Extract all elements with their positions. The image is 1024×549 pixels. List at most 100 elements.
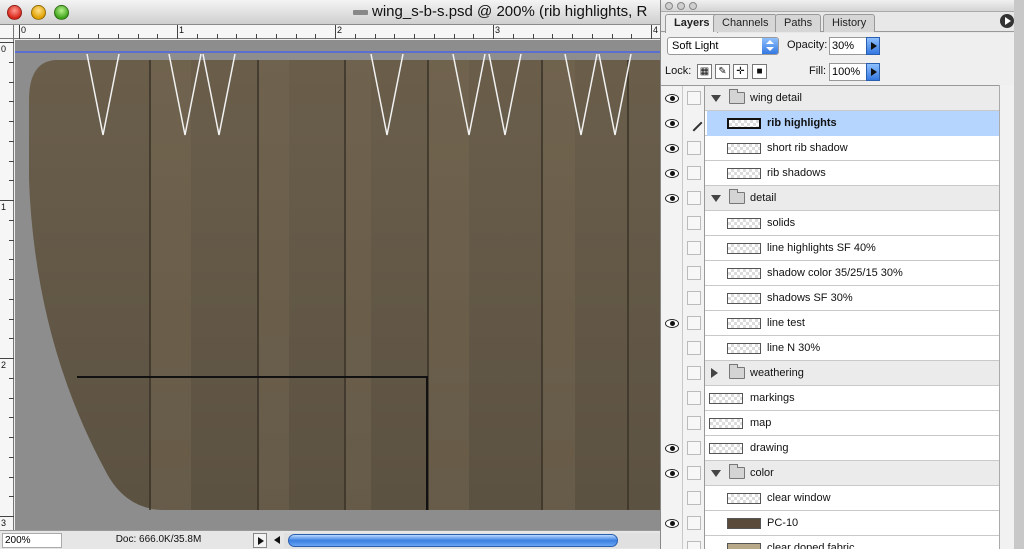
opacity-slider-arrow-icon[interactable] (866, 37, 880, 55)
lock-all-icon[interactable]: ■ (752, 64, 767, 79)
layer-main-cell[interactable]: map (707, 411, 999, 436)
disclosure-collapsed-icon[interactable] (711, 368, 718, 378)
blend-mode-select[interactable]: Soft Light (667, 37, 779, 55)
horizontal-scroll-thumb[interactable] (288, 534, 618, 547)
layer-link-toggle[interactable] (683, 361, 705, 386)
layer-row[interactable]: shadow color 35/25/15 30% (661, 261, 999, 286)
layer-main-cell[interactable]: short rib shadow (707, 136, 999, 161)
visibility-toggle[interactable] (661, 211, 683, 236)
title-bar[interactable]: wing_s-b-s.psd @ 200% (rib highlights, R (0, 0, 660, 25)
visibility-toggle[interactable] (661, 86, 683, 111)
layer-main-cell[interactable]: rib highlights (707, 111, 999, 136)
layer-link-toggle[interactable] (683, 536, 705, 549)
layer-link-toggle[interactable] (683, 486, 705, 511)
layer-group-row[interactable]: detail (661, 186, 999, 211)
layer-main-cell[interactable]: markings (707, 386, 999, 411)
layer-row[interactable]: clear doped fabric (661, 536, 999, 549)
minimize-window-button[interactable] (31, 5, 46, 20)
palette-menu-arrow-icon[interactable] (1000, 14, 1014, 28)
status-menu-arrow-icon[interactable] (253, 533, 267, 548)
visibility-toggle[interactable] (661, 486, 683, 511)
opacity-field[interactable]: 30% (829, 37, 867, 55)
layer-link-toggle[interactable] (683, 211, 705, 236)
visibility-toggle[interactable] (661, 386, 683, 411)
layer-main-cell[interactable]: PC-10 (707, 511, 999, 536)
layer-row[interactable]: PC-10 (661, 511, 999, 536)
visibility-toggle[interactable] (661, 536, 683, 549)
layer-group-row[interactable]: weathering (661, 361, 999, 386)
visibility-toggle[interactable] (661, 311, 683, 336)
layer-row[interactable]: solids (661, 211, 999, 236)
disclosure-expanded-icon[interactable] (711, 470, 721, 477)
visibility-toggle[interactable] (661, 511, 683, 536)
visibility-toggle[interactable] (661, 436, 683, 461)
layer-row[interactable]: line highlights SF 40% (661, 236, 999, 261)
layer-main-cell[interactable]: weathering (707, 361, 999, 386)
disclosure-expanded-icon[interactable] (711, 195, 721, 202)
lock-transparency-icon[interactable]: ▦ (697, 64, 712, 79)
layer-main-cell[interactable]: drawing (707, 436, 999, 461)
tab-layers[interactable]: Layers (665, 14, 719, 33)
layer-link-toggle[interactable] (683, 261, 705, 286)
layer-row[interactable]: short rib shadow (661, 136, 999, 161)
layer-link-toggle[interactable] (683, 311, 705, 336)
scroll-left-arrow-icon[interactable] (270, 533, 284, 548)
palette-title-bar[interactable] (661, 0, 1014, 12)
layer-main-cell[interactable]: clear doped fabric (707, 536, 999, 549)
fill-slider-arrow-icon[interactable] (866, 63, 880, 81)
palette-close-button[interactable] (665, 2, 673, 10)
visibility-toggle[interactable] (661, 461, 683, 486)
layer-main-cell[interactable]: wing detail (707, 86, 999, 111)
layer-group-row[interactable]: color (661, 461, 999, 486)
layer-row[interactable]: rib shadows (661, 161, 999, 186)
layer-main-cell[interactable]: line N 30% (707, 336, 999, 361)
fill-field[interactable]: 100% (829, 63, 867, 81)
layer-row[interactable]: drawing (661, 436, 999, 461)
vertical-ruler[interactable]: 0 1 2 3 (0, 39, 14, 530)
tab-paths[interactable]: Paths (775, 14, 822, 32)
layer-row[interactable]: rib highlights (661, 111, 999, 136)
layer-link-toggle[interactable] (683, 386, 705, 411)
layer-link-toggle[interactable] (683, 461, 705, 486)
palette-zoom-button[interactable] (689, 2, 697, 10)
layer-main-cell[interactable]: line test (707, 311, 999, 336)
visibility-toggle[interactable] (661, 186, 683, 211)
layer-main-cell[interactable]: shadow color 35/25/15 30% (707, 261, 999, 286)
layer-main-cell[interactable]: rib shadows (707, 161, 999, 186)
layer-row[interactable]: clear window (661, 486, 999, 511)
close-window-button[interactable] (7, 5, 22, 20)
visibility-toggle[interactable] (661, 161, 683, 186)
layer-main-cell[interactable]: shadows SF 30% (707, 286, 999, 311)
layer-group-row[interactable]: wing detail (661, 86, 999, 111)
visibility-toggle[interactable] (661, 336, 683, 361)
layer-link-toggle[interactable] (683, 136, 705, 161)
tab-history[interactable]: History (823, 14, 876, 32)
zoom-window-button[interactable] (54, 5, 69, 20)
horizontal-ruler[interactable]: 0 1 2 3 4 (14, 25, 660, 39)
layer-link-toggle[interactable] (683, 111, 705, 136)
lock-position-icon[interactable]: ✛ (733, 64, 748, 79)
visibility-toggle[interactable] (661, 236, 683, 261)
layer-row[interactable]: line N 30% (661, 336, 999, 361)
layer-row[interactable]: line test (661, 311, 999, 336)
layer-link-toggle[interactable] (683, 236, 705, 261)
visibility-toggle[interactable] (661, 261, 683, 286)
disclosure-expanded-icon[interactable] (711, 95, 721, 102)
layer-main-cell[interactable]: solids (707, 211, 999, 236)
layer-link-toggle[interactable] (683, 86, 705, 111)
layer-row[interactable]: map (661, 411, 999, 436)
layer-link-toggle[interactable] (683, 186, 705, 211)
visibility-toggle[interactable] (661, 286, 683, 311)
visibility-toggle[interactable] (661, 111, 683, 136)
layer-link-toggle[interactable] (683, 161, 705, 186)
layer-link-toggle[interactable] (683, 336, 705, 361)
visibility-toggle[interactable] (661, 136, 683, 161)
visibility-toggle[interactable] (661, 361, 683, 386)
lock-image-pixels-icon[interactable]: ✎ (715, 64, 730, 79)
layer-link-toggle[interactable] (683, 411, 705, 436)
image-canvas[interactable] (15, 40, 660, 530)
ruler-origin[interactable] (0, 25, 14, 39)
layer-main-cell[interactable]: color (707, 461, 999, 486)
layer-main-cell[interactable]: line highlights SF 40% (707, 236, 999, 261)
layer-main-cell[interactable]: clear window (707, 486, 999, 511)
